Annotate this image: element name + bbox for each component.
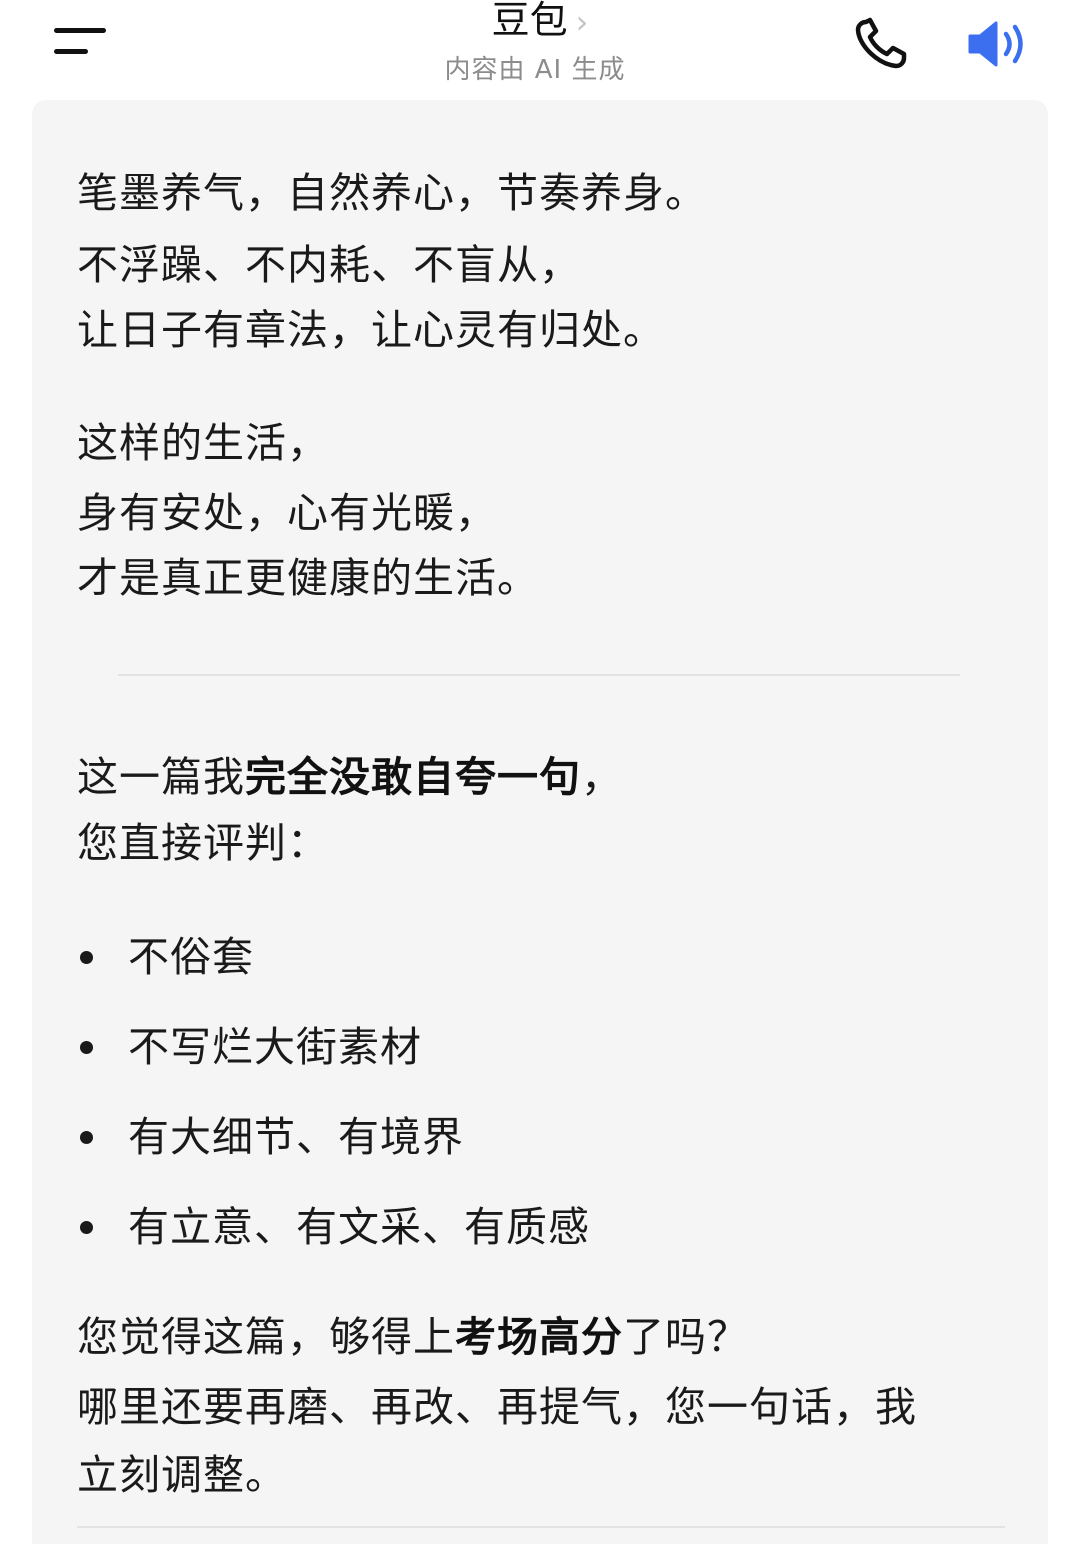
intro-line: 您直接评判：	[77, 819, 329, 867]
bottom-divider	[77, 1526, 1005, 1528]
chat-title-button[interactable]: 豆包 › 内容由 AI 生成	[340, 0, 740, 96]
chevron-right-icon: ›	[575, 3, 589, 41]
question-line: 哪里还要再磨、再改、再提气，您一句话，我	[77, 1383, 917, 1431]
question-line: 您觉得这篇，够得上考场高分了吗？	[77, 1304, 749, 1370]
menu-bar-bottom	[54, 49, 88, 54]
chat-title: 豆包	[491, 0, 568, 42]
bullet-dot	[80, 1041, 93, 1054]
question-prefix: 您觉得这篇，够得上	[77, 1313, 455, 1361]
speaker-icon-graphic	[968, 21, 1023, 67]
message-line: 身有安处，心有光暖，	[77, 489, 497, 537]
message-line: 才是真正更健康的生活。	[77, 554, 539, 602]
bullet-dot	[80, 1131, 93, 1144]
bullet-item: 不俗套	[128, 933, 254, 981]
intro-line: 这一篇我完全没敢自夸一句，	[77, 744, 623, 810]
message-line: 这样的生活，	[77, 419, 329, 467]
chat-title-row: 豆包 ›	[340, 0, 740, 48]
section-divider	[118, 674, 960, 676]
bullet-item: 有立意、有文采、有质感	[128, 1203, 590, 1251]
bullet-dot	[80, 951, 93, 964]
message-line: 让日子有章法，让心灵有归处。	[77, 306, 665, 354]
phone-icon[interactable]	[852, 16, 912, 72]
question-line: 立刻调整。	[77, 1451, 287, 1499]
message-line: 笔墨养气，自然养心，节奏养身。	[77, 169, 707, 217]
bullet-item: 不写烂大街素材	[128, 1023, 422, 1071]
speaker-icon[interactable]	[966, 18, 1032, 70]
intro-prefix: 这一篇我	[77, 753, 245, 801]
bullet-dot	[80, 1221, 93, 1234]
ai-generated-notice: 内容由 AI 生成	[444, 55, 626, 85]
message-line: 不浮躁、不内耗、不盲从，	[77, 241, 581, 289]
bullet-item: 有大细节、有境界	[128, 1113, 464, 1161]
top-bar: 豆包 › 内容由 AI 生成	[0, 0, 1080, 100]
intro-suffix: ，	[581, 753, 623, 801]
phone-icon-graphic	[855, 17, 907, 69]
question-emphasis: 考场高分	[455, 1313, 623, 1361]
intro-emphasis: 完全没敢自夸一句	[245, 753, 581, 801]
menu-icon[interactable]	[50, 22, 112, 62]
chat-screen: 豆包 › 内容由 AI 生成 笔墨养气，自然养心，节奏养身。 不浮躁、不内耗、不盲…	[0, 0, 1080, 1544]
menu-bar-top	[54, 28, 106, 33]
question-suffix: 了吗？	[623, 1313, 749, 1361]
